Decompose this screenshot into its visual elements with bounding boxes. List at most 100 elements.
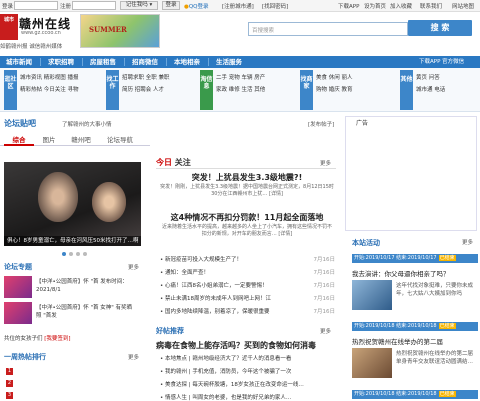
headline-1[interactable]: 突发！上犹县发生3.3级地震?! xyxy=(160,172,334,183)
topic-thumbnail[interactable] xyxy=(4,302,32,324)
carousel-dot[interactable] xyxy=(69,252,73,256)
subnav-links[interactable]: 美食 休闲 丽人 xyxy=(316,72,353,84)
event-thumbnail[interactable] xyxy=(352,280,392,310)
register-link[interactable]: [注册城市通] xyxy=(222,2,254,10)
subnav-head[interactable]: 找工作 xyxy=(106,70,119,110)
password-input[interactable] xyxy=(72,1,116,10)
header-ad-banner[interactable]: SUMMER xyxy=(80,14,160,48)
subnav-links[interactable]: 家政 维修 生活 其他 xyxy=(216,84,265,96)
event-date-bar: 开始:2019/10/18 结束:2019/10/18 已结束 xyxy=(352,322,478,331)
topics-more-link[interactable]: 更多 xyxy=(128,263,139,271)
weekly-ranking-title: 一周热帖排行 xyxy=(4,353,46,361)
divider xyxy=(156,168,336,169)
search-input[interactable]: 百搜搜索 xyxy=(248,22,408,36)
activity-more[interactable]: 更多 xyxy=(462,238,473,246)
subnav-links[interactable]: 简历 招聘会 人才 xyxy=(122,84,170,96)
subnav-head[interactable]: 淘信息 xyxy=(200,70,213,110)
status-badge: 已结束 xyxy=(438,255,456,261)
forum-section-title: 论坛贴吧 xyxy=(4,119,36,128)
top-link-contact[interactable]: 联系我们 xyxy=(420,2,442,10)
subnav-other: 其他 黄页 问答 城市通 电话 xyxy=(400,70,476,110)
carousel-dot[interactable] xyxy=(83,252,87,256)
login-button[interactable]: 登录 xyxy=(162,1,180,10)
tab-ganzhou[interactable]: 赣州吧 xyxy=(66,134,96,146)
tab-overview[interactable]: 综合 xyxy=(4,134,34,146)
forgot-password-link[interactable]: [找回密码] xyxy=(262,2,288,10)
subnav-links[interactable]: 购物 婚庆 教育 xyxy=(316,84,353,96)
tab-forum-nav[interactable]: 论坛导航 xyxy=(100,134,140,146)
carousel-dot[interactable] xyxy=(62,252,66,256)
hero-caption[interactable]: 俱心！8岁男童溺亡，母亲在河风压50米找打开了…啊 xyxy=(4,236,141,246)
topic-item[interactable]: 【中洋•公园首府】怀 "首 女神" 有奖晒照 "首发 xyxy=(36,304,136,320)
recommended-item[interactable]: • 本地焦点 | 赣州地级经济大了？近千人的消息看一看 xyxy=(160,354,335,362)
username-input[interactable] xyxy=(14,1,58,10)
username-label: 登录 xyxy=(2,4,14,10)
carousel-dot[interactable] xyxy=(76,252,80,256)
subnav-head[interactable]: 找商家 xyxy=(300,70,313,110)
subnav-links[interactable]: 黄页 问答 xyxy=(416,72,445,84)
headline-summary: 突发！刚刚，上犹县发生3.3级地震！据中国地震台网正式测定，8月12日15时30… xyxy=(160,184,334,197)
nav-divider xyxy=(82,58,83,66)
nav-item-news[interactable]: 城市新闻 xyxy=(0,56,38,68)
subnav-links[interactable]: 城市资讯 精彩视图 播报 xyxy=(20,72,79,84)
subnav-links[interactable]: 二手 宠物 车辆 房产 xyxy=(216,72,265,84)
top-link-favorite[interactable]: 加入收藏 xyxy=(390,2,412,10)
nav-divider xyxy=(166,58,167,66)
recommended-item[interactable]: • 情感人生 | 叫周女的老婆，也是我的好兄弟的家人… xyxy=(160,393,335,401)
headline-2[interactable]: 这4种情况不再扣分罚款！11月起全面落地 xyxy=(160,212,334,223)
nav-right-links[interactable]: 下载APP 官方微信 xyxy=(419,56,464,68)
news-list-item[interactable]: • 新冠疫苗可投入大规模生产了！ 7月16日 xyxy=(160,255,335,263)
nav-item-dating[interactable]: 本地相亲 xyxy=(168,56,206,68)
event-thumbnail[interactable] xyxy=(352,348,392,378)
topic-thumbnail[interactable] xyxy=(4,276,32,298)
status-badge: 已结束 xyxy=(438,323,456,329)
event-date-bar: 开始:2019/10/17 结束:2019/10/17 已结束 xyxy=(352,254,478,263)
event-title[interactable]: 我去演讲：你父母逼你相亲了吗？ xyxy=(352,268,450,278)
post-thread-link[interactable]: [发布帖子] xyxy=(308,120,334,128)
nav-item-business[interactable]: 招商微信 xyxy=(126,56,164,68)
recommended-more[interactable]: 更多 xyxy=(320,327,331,335)
weekly-ranking-more[interactable]: 更多 xyxy=(128,353,139,361)
recommended-title: 好帖推荐 xyxy=(156,327,184,335)
nav-item-services[interactable]: 生活服务 xyxy=(210,56,248,68)
news-list-item[interactable]: • 国内多地陆续降温，别着凉了，保暖很重要 7月16日 xyxy=(160,307,335,315)
event-description: 这年代找对象挺难，只要你未成年，七大姑八大姨加到你吗 xyxy=(396,283,474,297)
forum-subtitle[interactable]: 了解赣州的大事小情 xyxy=(62,120,112,128)
subnav-head[interactable]: 逛社区 xyxy=(4,70,17,110)
subnav-community: 逛社区 城市资讯 精彩视图 播报 精彩热帖 今日关注 寻物 xyxy=(4,70,92,110)
nav-item-housing[interactable]: 房屋租售 xyxy=(84,56,122,68)
today-focus-title: 今日 关注 xyxy=(156,158,191,167)
password-label: 注册 xyxy=(60,4,72,10)
subnav-links[interactable]: 招聘求职 全职 兼职 xyxy=(122,72,170,84)
remember-dropdown[interactable]: 记住我吗 ▾ xyxy=(120,1,158,10)
news-list-item[interactable]: • 心痛！江西8名小姐弟溺亡，一定要警惕！ 7月16日 xyxy=(160,281,335,289)
topic-item[interactable]: 【中洋•公园首府】怀 "首 发布时间：2021/8/1 xyxy=(36,278,136,294)
subnav-head[interactable]: 其他 xyxy=(400,70,413,110)
tab-images[interactable]: 图片 xyxy=(34,134,64,146)
event-title[interactable]: 热烈祝贺赣州在线举办的第二届 xyxy=(352,336,443,346)
top-link-sitemap[interactable]: 网站地图 xyxy=(452,2,474,10)
subnav-links[interactable]: 精彩热帖 今日关注 寻物 xyxy=(20,84,79,96)
sign-in-link[interactable]: [我要签到] xyxy=(44,336,70,342)
sign-in-row: 共位的女孩子们 [我要签到] xyxy=(4,336,71,342)
recommended-headline[interactable]: 病毒在食物上能存活吗？买到的食物如何消毒 xyxy=(156,340,316,351)
carousel-dots xyxy=(62,251,90,258)
hero-image[interactable] xyxy=(4,162,141,246)
recommended-item[interactable]: • 美食达探 | 每天碗杯胶塘，18岁女孩正在改变命运一线… xyxy=(160,380,335,388)
today-more-link[interactable]: 更多 xyxy=(320,159,331,167)
site-url: www.gz.ccoo.cn xyxy=(21,30,61,36)
subnav-links[interactable]: 城市通 电话 xyxy=(416,84,445,96)
top-link-app[interactable]: 下载APP xyxy=(338,2,359,10)
nav-item-jobs[interactable]: 求职招聘 xyxy=(42,56,80,68)
news-list-item[interactable]: • 通知：全面严查！ 7月16日 xyxy=(160,268,335,276)
news-list-item[interactable]: • 禁止未满18周岁的未成年人到网吧上网！江 7月16日 xyxy=(160,294,335,302)
activity-title: 本站活动 xyxy=(352,239,380,247)
subnav-merchants: 找商家 美食 休闲 丽人 购物 婚庆 教育 xyxy=(300,70,390,110)
recommended-item[interactable]: • 我的赣州 | 手机充值，消防员，今年这个被骗了一次 xyxy=(160,367,335,375)
search-button[interactable]: 搜 索 xyxy=(408,20,472,36)
qq-login-link[interactable]: ●QQ登录 xyxy=(184,2,208,10)
ad-label: 广告 xyxy=(356,120,369,127)
logo-seal: 城市 xyxy=(0,14,18,40)
top-link-home[interactable]: 设为首页 xyxy=(364,2,386,10)
ad-panel[interactable] xyxy=(345,116,477,231)
